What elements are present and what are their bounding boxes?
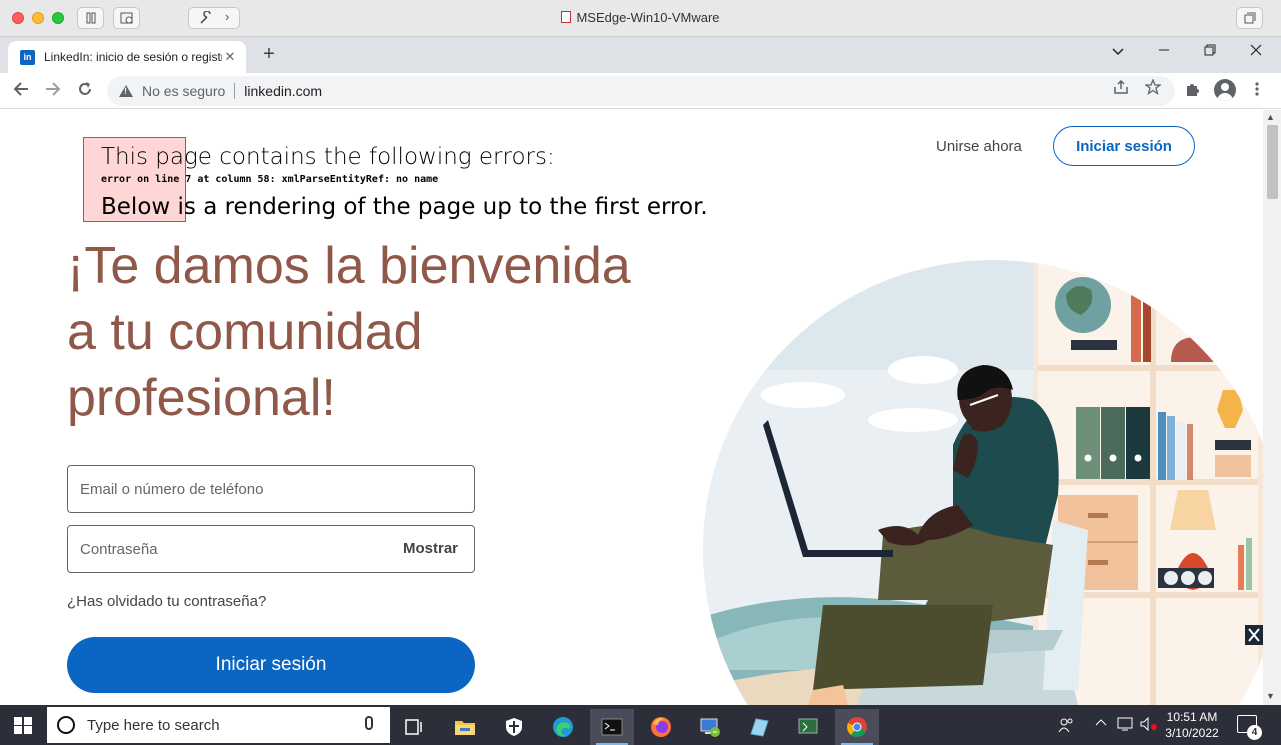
edge-button[interactable] (541, 709, 585, 745)
error-heading: This page contains the following errors: (101, 144, 555, 170)
new-tab-button[interactable]: + (258, 43, 280, 66)
scroll-down-icon[interactable]: ▼ (1266, 691, 1275, 701)
page-viewport: This page contains the following errors:… (0, 110, 1263, 705)
fullscreen-icon (1244, 12, 1255, 24)
signin-submit-button[interactable]: Iniciar sesión (67, 637, 475, 693)
search-placeholder: Type here to search (87, 716, 220, 734)
chrome-button[interactable] (835, 709, 879, 745)
network-app-button[interactable] (688, 709, 732, 745)
security-button[interactable] (492, 709, 536, 745)
extensions-icon (1187, 84, 1199, 96)
edge-icon (553, 717, 573, 737)
tab-title: LinkedIn: inicio de sesión o registro (44, 50, 222, 64)
chevron-down-icon (1112, 48, 1124, 56)
error-detail: error on line 7 at column 58: xmlParseEn… (101, 174, 439, 185)
omnibox-separator (234, 83, 236, 99)
show-password-button[interactable]: Mostrar (403, 540, 458, 557)
people-icon[interactable] (1058, 717, 1074, 736)
forward-icon (46, 82, 61, 96)
restore-icon (1204, 44, 1216, 56)
page-scrollbar[interactable]: ▲ ▼ (1263, 110, 1281, 705)
security-icon (506, 718, 522, 736)
close-button[interactable] (1244, 43, 1268, 60)
search-icon (57, 716, 75, 734)
taskbar-clock[interactable]: 10:51 AM 3/10/2022 (1160, 709, 1224, 741)
hero-illustration (703, 260, 1263, 705)
forward-button[interactable] (42, 81, 64, 102)
browser-toolbar: No es seguro linkedin.com (0, 73, 1281, 109)
menu-button[interactable] (1246, 81, 1268, 101)
bookmark-button[interactable] (1143, 78, 1163, 99)
app-button[interactable] (737, 709, 781, 745)
join-now-link[interactable]: Unirse ahora (936, 138, 1022, 155)
network-icon (700, 718, 720, 737)
url-text[interactable]: linkedin.com (244, 83, 322, 99)
clock-date: 3/10/2022 (1165, 726, 1219, 740)
volume-muted-icon[interactable] (1140, 716, 1158, 734)
password-field[interactable]: Contraseña Mostrar (67, 525, 475, 573)
error-footer: Below is a rendering of the page up to t… (101, 194, 708, 220)
file-explorer-button[interactable] (443, 709, 487, 745)
taskbar-search-input[interactable]: Type here to search (47, 707, 390, 743)
linkedin-favicon-icon: in (20, 49, 35, 65)
app-icon (750, 718, 769, 737)
reload-icon (79, 82, 91, 95)
address-bar[interactable]: No es seguro linkedin.com (107, 76, 1175, 106)
tab-linkedin[interactable]: in LinkedIn: inicio de sesión o registro… (8, 41, 246, 73)
windows-taskbar: Type here to search 10:51 AM 3/10/2022 4 (0, 705, 1281, 745)
task-view-icon (405, 719, 422, 735)
hero-line-1: ¡Te damos la bienvenida (67, 237, 631, 295)
network-tray-icon[interactable] (1117, 717, 1135, 734)
mic-icon[interactable] (365, 716, 373, 730)
chevron-up-icon[interactable] (1095, 717, 1107, 732)
back-button[interactable] (10, 81, 32, 102)
vm-title: MSEdge-Win10-VMware (576, 10, 720, 25)
forgot-password-link[interactable]: ¿Has olvidado tu contraseña? (67, 593, 266, 610)
hero-heading: ¡Te damos la bienvenida a tu comunidad p… (67, 233, 631, 431)
reload-button[interactable] (74, 81, 96, 102)
profile-icon[interactable] (1214, 79, 1236, 101)
hero-line-2: a tu comunidad (67, 303, 423, 361)
terminal-button[interactable] (590, 709, 634, 745)
vmware-icon (798, 718, 818, 734)
clock-time: 10:51 AM (1166, 710, 1218, 724)
tab-close-icon[interactable]: ✕ (222, 49, 238, 65)
security-label[interactable]: No es seguro (142, 83, 225, 99)
vm-doc-icon (561, 11, 572, 23)
share-button[interactable] (1111, 79, 1131, 99)
minimize-button[interactable] (1152, 43, 1176, 60)
close-icon (1250, 44, 1262, 56)
tab-strip: in LinkedIn: inicio de sesión o registro… (0, 37, 1281, 73)
password-placeholder: Contraseña (80, 540, 158, 558)
scrollbar-thumb[interactable] (1267, 125, 1278, 199)
restore-button[interactable] (1198, 43, 1222, 60)
share-icon (1114, 79, 1128, 94)
extensions-button[interactable] (1181, 81, 1203, 101)
vm-titlebar: › MSEdge-Win10-VMware (0, 0, 1281, 37)
vmware-button[interactable] (786, 709, 830, 745)
email-field[interactable]: Email o número de teléfono (67, 465, 475, 513)
back-icon (13, 82, 28, 96)
terminal-icon (601, 718, 623, 736)
file-explorer-icon (455, 721, 475, 735)
windows-start-icon[interactable] (14, 717, 32, 734)
star-icon (1144, 78, 1162, 96)
chrome-icon (847, 717, 867, 737)
email-placeholder: Email o número de teléfono (80, 480, 264, 498)
scroll-up-icon[interactable]: ▲ (1266, 112, 1275, 122)
task-view-button[interactable] (392, 709, 436, 745)
firefox-button[interactable] (639, 709, 683, 745)
warning-icon[interactable] (119, 85, 133, 97)
notification-count-badge: 4 (1247, 725, 1262, 740)
fullscreen-button[interactable] (1236, 7, 1263, 29)
header-signin-button[interactable]: Iniciar sesión (1053, 126, 1195, 166)
menu-icon (1255, 82, 1259, 96)
minimize-icon (1159, 49, 1169, 51)
hero-line-3: profesional! (67, 369, 336, 427)
tab-search-button[interactable] (1106, 43, 1130, 60)
firefox-icon (651, 717, 671, 737)
